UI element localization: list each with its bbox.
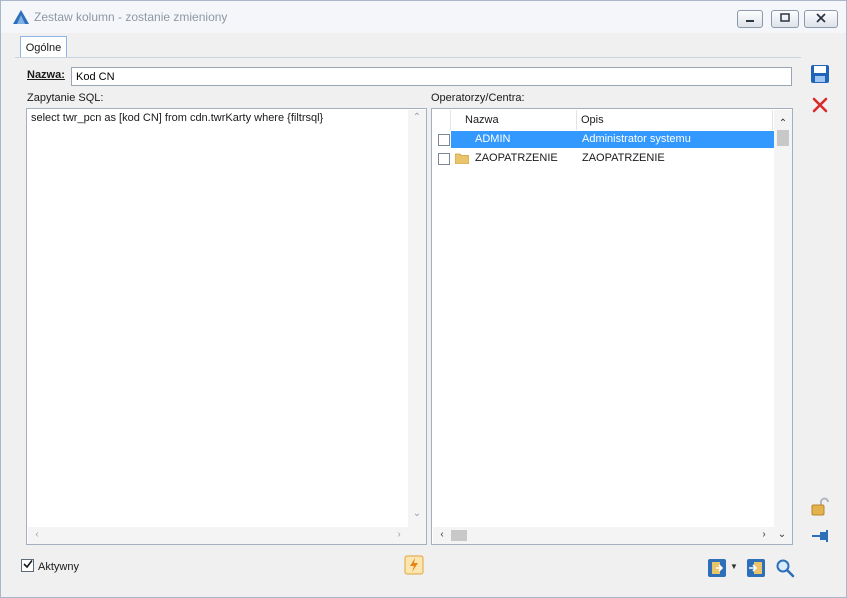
pin-icon	[810, 528, 830, 547]
sql-horizontal-scrollbar[interactable]: ‹ ›	[28, 527, 426, 544]
grid-row-zaopatrzenie[interactable]: ZAOPATRZENIE ZAOPATRZENIE	[433, 150, 773, 167]
title-bar: Zestaw kolumn - zostanie zmieniony	[1, 1, 846, 33]
import-dropdown-icon[interactable]: ▼	[730, 562, 739, 576]
active-checkbox[interactable]	[21, 559, 34, 572]
grid-header-opis[interactable]: Opis	[577, 110, 773, 130]
scroll-thumb-horizontal[interactable]	[451, 530, 467, 541]
unlock-icon	[810, 497, 830, 520]
app-logo-icon	[13, 10, 29, 27]
restore-icon	[780, 13, 790, 25]
close-button[interactable]	[804, 10, 838, 28]
unlock-button[interactable]	[808, 496, 832, 520]
grid-row-admin[interactable]: ADMIN Administrator systemu	[433, 131, 774, 148]
execute-sql-button[interactable]	[402, 554, 426, 578]
grid-header-checkbox-col	[433, 110, 451, 130]
scroll-down-icon[interactable]: ⌄	[408, 508, 426, 519]
grid-header-nazwa[interactable]: Nazwa	[451, 110, 577, 130]
save-button[interactable]	[808, 63, 832, 87]
export-icon	[746, 558, 766, 581]
active-label: Aktywny	[38, 561, 79, 573]
minimize-icon	[745, 13, 755, 25]
window-title: Zestaw kolumn - zostanie zmieniony	[34, 10, 228, 24]
grid-vertical-scrollbar[interactable]: ⌃	[774, 110, 792, 527]
operators-grid: Nazwa Opis ADMIN Administrator systemu Z…	[431, 108, 793, 545]
folder-icon	[454, 153, 470, 167]
delete-button[interactable]	[808, 94, 832, 118]
sql-textarea[interactable]: select twr_pcn as [kod CN] from cdn.twrK…	[26, 108, 427, 545]
row-name: ADMIN	[451, 131, 578, 148]
scroll-up-icon[interactable]: ⌃	[774, 118, 792, 129]
dialog-window: Zestaw kolumn - zostanie zmieniony Ogóln…	[0, 0, 847, 598]
row-checkbox[interactable]	[438, 153, 450, 165]
sql-vertical-scrollbar[interactable]: ⌃ ⌄	[408, 110, 426, 527]
scroll-left-icon[interactable]: ‹	[30, 529, 44, 540]
row-description: ZAOPATRZENIE	[582, 152, 665, 164]
save-icon	[810, 64, 830, 87]
row-checkbox[interactable]	[438, 134, 450, 146]
search-button[interactable]	[773, 557, 797, 581]
grid-horizontal-scrollbar[interactable]: ‹ › ⌄	[433, 527, 792, 544]
restore-button[interactable]	[771, 10, 799, 28]
minimize-button[interactable]	[737, 10, 763, 28]
export-button[interactable]	[744, 557, 768, 581]
scroll-down-icon[interactable]: ⌄	[774, 529, 790, 540]
scroll-thumb[interactable]	[777, 130, 789, 146]
tab-ogolne[interactable]: Ogólne	[20, 36, 67, 58]
scroll-up-icon[interactable]: ⌃	[408, 112, 426, 123]
close-icon	[816, 12, 826, 26]
lightning-icon	[404, 555, 424, 578]
sql-text: select twr_pcn as [kod CN] from cdn.twrK…	[31, 112, 324, 124]
tab-ogolne-label: Ogólne	[25, 41, 62, 54]
scroll-right-icon[interactable]: ›	[757, 529, 771, 540]
scroll-left-icon[interactable]: ‹	[435, 529, 449, 540]
name-label: Nazwa:	[27, 69, 65, 81]
import-icon	[707, 558, 727, 581]
sql-label: Zapytanie SQL:	[27, 92, 104, 104]
name-input[interactable]	[71, 67, 792, 86]
checkmark-icon	[22, 559, 33, 572]
row-name: ZAOPATRZENIE	[475, 152, 558, 164]
search-icon	[775, 558, 795, 581]
pin-button[interactable]	[808, 525, 832, 549]
row-description: Administrator systemu	[578, 131, 774, 148]
scroll-right-icon[interactable]: ›	[392, 529, 406, 540]
delete-icon	[812, 97, 828, 116]
operators-label: Operatorzy/Centra:	[431, 92, 525, 104]
import-button[interactable]	[705, 557, 729, 581]
